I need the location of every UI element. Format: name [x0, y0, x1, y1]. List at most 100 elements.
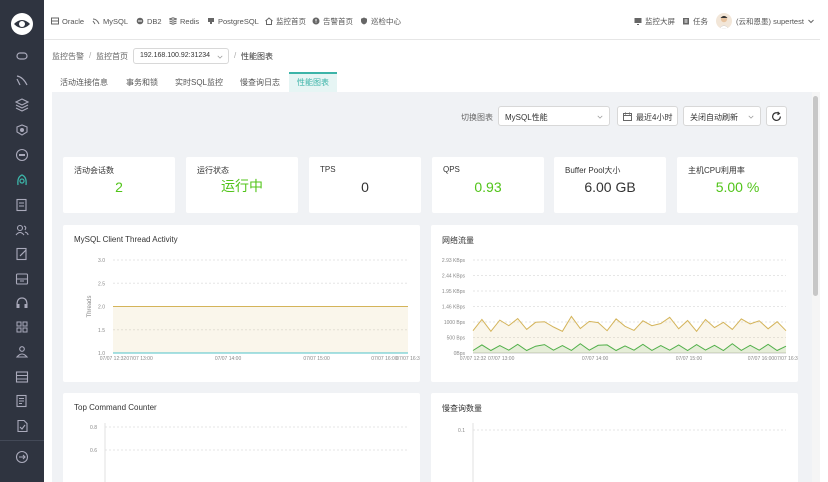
tab-performance-charts[interactable]: 性能图表 — [289, 72, 337, 92]
y-tick-label: 2.5 — [98, 281, 105, 287]
breadcrumb-monitor-home[interactable]: 监控首页 — [96, 51, 128, 62]
stat-title: 活动会话数 — [74, 166, 114, 175]
tab-active-connections[interactable]: 活动连接信息 — [52, 72, 116, 92]
dashboard-link[interactable]: 监控大屏 — [634, 15, 675, 27]
tab-realtime-sql[interactable]: 实时SQL监控 — [167, 72, 231, 92]
y-axis-label: Threads — [87, 295, 93, 317]
x-tick-label: 07/07 16:3 — [396, 356, 420, 362]
x-tick-label: 07/07 13:00 — [488, 356, 515, 362]
report-menu-icon[interactable] — [13, 196, 31, 214]
chart-card-top-command: Top Command Counter 0.8 0.6 — [63, 393, 420, 482]
calendar-icon — [623, 112, 632, 121]
y-tick-label: 1.95 KBps — [442, 289, 466, 295]
mysql-menu-icon[interactable] — [13, 71, 31, 89]
breadcrumb-separator: / — [234, 51, 237, 60]
table-menu-icon[interactable] — [13, 368, 31, 386]
logout-icon[interactable] — [13, 448, 31, 466]
x-tick-label: 07/07 16:3 — [774, 356, 798, 362]
tab-slow-query-log[interactable]: 慢查询日志 — [232, 72, 288, 92]
x-tick-label: 07/07 16:00 — [371, 356, 398, 362]
nav-mysql[interactable]: MySQL — [92, 15, 128, 27]
document-menu-icon[interactable] — [13, 417, 31, 435]
y-tick-label: 0.6 — [90, 448, 97, 454]
monitor-icon — [634, 18, 642, 25]
support-menu-icon[interactable] — [13, 294, 31, 312]
tab-transactions-locks[interactable]: 事务和锁 — [118, 72, 166, 92]
y-tick-label: 1.5 — [98, 328, 105, 334]
stat-value: 6.00 GB — [584, 179, 636, 195]
task-icon — [683, 18, 689, 25]
y-tick-label: 2.93 KBps — [442, 258, 466, 264]
nav-postgresql[interactable]: PostgreSQL — [207, 15, 259, 27]
y-tick-label: 0.8 — [90, 425, 97, 431]
db2-icon — [136, 17, 144, 25]
breadcrumb-separator: / — [89, 51, 92, 60]
nav-monitor-home[interactable]: 监控首页 — [265, 15, 306, 27]
archive-menu-icon[interactable] — [13, 270, 31, 288]
time-range-select[interactable]: 最近4小时 — [617, 106, 678, 126]
chevron-down-icon — [597, 115, 603, 119]
sidebar — [0, 0, 44, 482]
performance-menu-icon[interactable] — [13, 171, 31, 189]
x-tick-label: 07/07 15:00 — [676, 356, 703, 362]
auto-refresh-select[interactable]: 关闭自动刷新 — [683, 106, 761, 126]
sidebar-divider — [0, 440, 44, 441]
stat-value: 0 — [361, 179, 369, 195]
x-tick-label: 07/07 14:00 — [215, 356, 242, 362]
chart-type-select[interactable]: MySQL性能 — [498, 106, 610, 126]
y-tick-label: 2.44 KBps — [442, 274, 466, 280]
chart-card-network-traffic: 网络流量 2.93 KBps 2.44 KBps 1.95 KBps 1.46 KBp… — [431, 225, 798, 382]
grid-menu-icon[interactable] — [13, 318, 31, 336]
stat-title: 主机CPU利用率 — [688, 166, 745, 175]
x-tick-label: 07/07 12:32 — [460, 356, 487, 362]
stat-title: QPS — [443, 165, 460, 174]
stat-value: 5.00 % — [715, 179, 760, 195]
y-tick-label: 3.0 — [98, 258, 105, 264]
log-menu-icon[interactable] — [13, 392, 31, 410]
breadcrumb-monitor-alert[interactable]: 监控告警 — [52, 51, 84, 62]
thread-activity-chart: 3.02.52.01.51.0Threads07/07 12:32 07/07 1… — [87, 258, 420, 362]
chevron-down-icon — [217, 55, 223, 59]
user-menu[interactable]: (云和恩墨) supertest — [736, 15, 815, 27]
stat-card-cpu: 主机CPU利用率 5.00 % — [677, 157, 798, 213]
network-traffic-chart: 2.93 KBps 2.44 KBps 1.95 KBps 1.46 KBps 1000… — [442, 258, 798, 362]
stat-title: Buffer Pool大小 — [565, 166, 621, 175]
nav-redis[interactable]: Redis — [169, 15, 199, 27]
oracle-menu-icon[interactable] — [13, 146, 31, 164]
redis-menu-icon[interactable] — [13, 121, 31, 139]
database-menu-icon[interactable] — [13, 47, 31, 65]
nav-alert-home[interactable]: 告警首页 — [312, 15, 353, 27]
nav-db2[interactable]: DB2 — [136, 15, 162, 27]
users-menu-icon[interactable] — [13, 221, 31, 239]
y-tick-label: 0.1 — [458, 428, 465, 434]
main-content: 切换图表 MySQL性能 最近4小时 关闭自动刷新 活动会话数 2 运行状态 运行中… — [52, 92, 812, 482]
x-tick-label: 07/07 16:00 — [748, 356, 775, 362]
scrollbar[interactable] — [812, 92, 820, 482]
database-icon — [51, 17, 59, 25]
stat-value: 运行中 — [221, 178, 263, 194]
x-tick-label: 07/07 12:32 — [100, 356, 127, 362]
top-navbar: Oracle MySQL DB2 Redis PostgreSQL 监控首页 告… — [44, 0, 820, 40]
db2-menu-icon[interactable] — [13, 96, 31, 114]
scrollbar-thumb[interactable] — [813, 96, 818, 296]
x-tick-label: 07/07 14:00 — [582, 356, 609, 362]
avatar[interactable] — [716, 13, 732, 29]
alert-icon — [312, 17, 320, 25]
stat-card-qps: QPS 0.93 — [432, 157, 544, 213]
nav-oracle[interactable]: Oracle — [51, 15, 84, 27]
nav-inspection-center[interactable]: 巡检中心 — [360, 15, 401, 27]
x-tick-label: 07/07 15:00 — [303, 356, 330, 362]
y-tick-label: 1.46 KBps — [442, 305, 466, 311]
refresh-button[interactable] — [766, 106, 787, 126]
edit-menu-icon[interactable] — [13, 245, 31, 263]
stat-card-run-status: 运行状态运行中 — [186, 157, 298, 213]
team-menu-icon[interactable] — [13, 343, 31, 361]
stat-title: 运行状态 — [197, 166, 229, 175]
chevron-down-icon — [748, 115, 754, 119]
instance-select[interactable]: 192.168.100.92:31234 — [133, 48, 229, 64]
elephant-icon — [208, 18, 214, 24]
stat-card-tps: TPS 0 — [309, 157, 421, 213]
dolphin-icon — [92, 18, 100, 25]
tasks-link[interactable]: 任务 — [682, 15, 708, 27]
app-window: Oracle MySQL DB2 Redis PostgreSQL 监控首页 告… — [0, 0, 828, 482]
